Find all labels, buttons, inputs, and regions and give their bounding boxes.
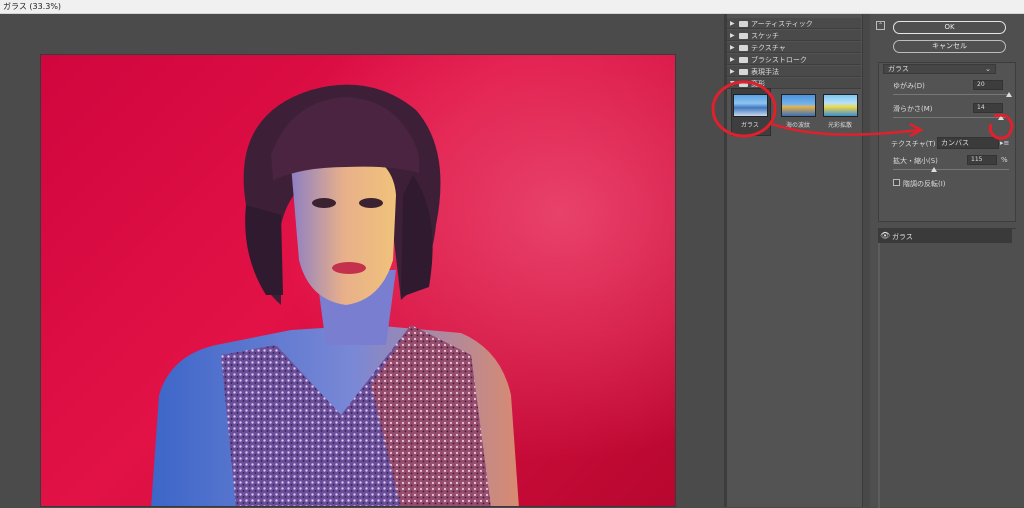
distortion-input[interactable]: 20	[973, 80, 1003, 90]
invert-checkbox[interactable]	[893, 179, 900, 186]
window-title: ガラス (33.3%)	[3, 2, 62, 11]
filter-gallery: ▶ アーティスティック ▶ スケッチ ▶ テクスチャ ▶ ブラシストローク ▶ …	[727, 14, 870, 507]
filter-label-ocean-ripple: 海の波紋	[785, 122, 810, 129]
ok-button[interactable]: OK	[893, 21, 1006, 34]
thumbnail-glass[interactable]	[733, 94, 768, 117]
folder-icon	[739, 57, 748, 63]
settings-panel: ⌃ OK キャンセル ガラス ⌄ ゆがみ(D) 20 滑らかさ(M) 14 テク…	[870, 14, 1024, 508]
category-label: テクスチャ	[751, 44, 786, 52]
folder-icon	[739, 21, 748, 27]
category-sketch[interactable]: ▶ スケッチ	[727, 30, 861, 41]
category-texture[interactable]: ▶ テクスチャ	[727, 42, 861, 53]
folder-open-icon	[739, 81, 748, 87]
category-label: ブラシストローク	[751, 56, 807, 64]
smoothness-slider-handle[interactable]	[997, 115, 1004, 120]
texture-menu-icon[interactable]: ▸≡	[1000, 139, 1012, 148]
smoothness-label: 滑らかさ(M)	[893, 105, 933, 113]
texture-select[interactable]: カンバス	[937, 137, 999, 149]
cancel-button[interactable]: キャンセル	[893, 40, 1006, 53]
portrait-illustration	[151, 84, 519, 506]
smoothness-input[interactable]: 14	[973, 103, 1003, 113]
texture-label: テクスチャ(T)	[891, 140, 936, 148]
expand-arrow-icon: ▶	[730, 56, 735, 63]
smoothness-slider[interactable]	[893, 117, 1009, 118]
filter-settings: ガラス ⌄ ゆがみ(D) 20 滑らかさ(M) 14 テクスチャ(T) カンバス…	[878, 62, 1016, 222]
gallery-scrollbar[interactable]	[862, 14, 870, 507]
filter-select[interactable]: ガラス ⌄	[883, 64, 996, 74]
folder-icon	[739, 45, 748, 51]
scaling-unit: %	[1001, 156, 1008, 164]
thumbnail-ocean-ripple[interactable]	[781, 94, 816, 117]
scaling-slider[interactable]	[893, 169, 1009, 170]
window-titlebar: ガラス (33.3%)	[0, 0, 1024, 14]
folder-icon	[739, 69, 748, 75]
scaling-input[interactable]: 115	[967, 155, 997, 165]
collapse-arrow-icon: ▼	[730, 80, 735, 87]
layers-edge	[878, 243, 880, 508]
category-stylize[interactable]: ▶ 表現手法	[727, 66, 861, 77]
category-artistic[interactable]: ▶ アーティスティック	[727, 18, 861, 29]
category-label: スケッチ	[751, 32, 779, 40]
category-brush-strokes[interactable]: ▶ ブラシストローク	[727, 54, 861, 65]
invert-label: 階調の反転(I)	[903, 180, 946, 188]
expand-arrow-icon: ▶	[730, 44, 735, 51]
preview-area[interactable]	[0, 14, 724, 507]
category-label: アーティスティック	[751, 20, 813, 28]
expand-arrow-icon: ▶	[730, 32, 735, 39]
filter-select-value: ガラス	[888, 65, 909, 73]
chevron-down-icon: ⌄	[985, 65, 991, 73]
scaling-slider-handle[interactable]	[930, 167, 937, 172]
collapse-gallery-button[interactable]: ⌃	[876, 21, 885, 30]
folder-icon	[739, 33, 748, 39]
expand-arrow-icon: ▶	[730, 68, 735, 75]
effect-layers-panel: 👁 ガラス	[878, 228, 1016, 508]
distortion-slider-handle[interactable]	[1006, 92, 1012, 97]
filter-label-glass: ガラス	[741, 122, 759, 129]
category-label: 表現手法	[751, 68, 779, 76]
distortion-label: ゆがみ(D)	[893, 82, 925, 90]
thumbnail-diffuse-glow[interactable]	[823, 94, 858, 117]
scaling-label: 拡大・縮小(S)	[893, 157, 938, 165]
effect-layer-row[interactable]: 👁 ガラス	[878, 229, 1012, 243]
distortion-slider[interactable]	[893, 94, 1009, 95]
filter-label-diffuse-glow: 光彩拡散	[827, 122, 852, 129]
effect-layer-name: ガラス	[892, 233, 913, 241]
eye-icon[interactable]: 👁	[880, 231, 890, 240]
preview-image[interactable]	[40, 54, 676, 507]
expand-arrow-icon: ▶	[730, 20, 735, 27]
